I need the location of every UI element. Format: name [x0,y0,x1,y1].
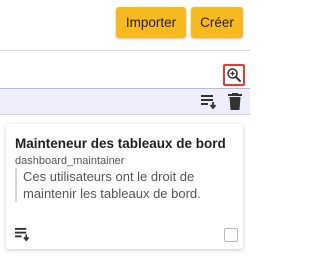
card-title: Mainteneur des tableaux de bord [15,136,226,151]
zoom-in-icon [227,68,241,82]
export-list-icon[interactable] [200,94,218,110]
trash-icon[interactable] [228,93,242,110]
top-toolbar: Importer Créer [0,0,250,50]
card-role-id: dashboard_maintainer [15,155,125,167]
card-select-checkbox[interactable] [224,228,238,242]
search-row [0,51,250,88]
card-description: Ces utilisateurs ont le droit de mainten… [15,168,237,202]
export-list-icon[interactable] [14,227,31,242]
bulk-action-bar [0,88,250,115]
import-button[interactable]: Importer [116,7,186,38]
create-button[interactable]: Créer [191,7,243,38]
role-card[interactable]: Mainteneur des tableaux de bord dashboar… [6,124,243,249]
zoom-button[interactable] [223,64,245,86]
